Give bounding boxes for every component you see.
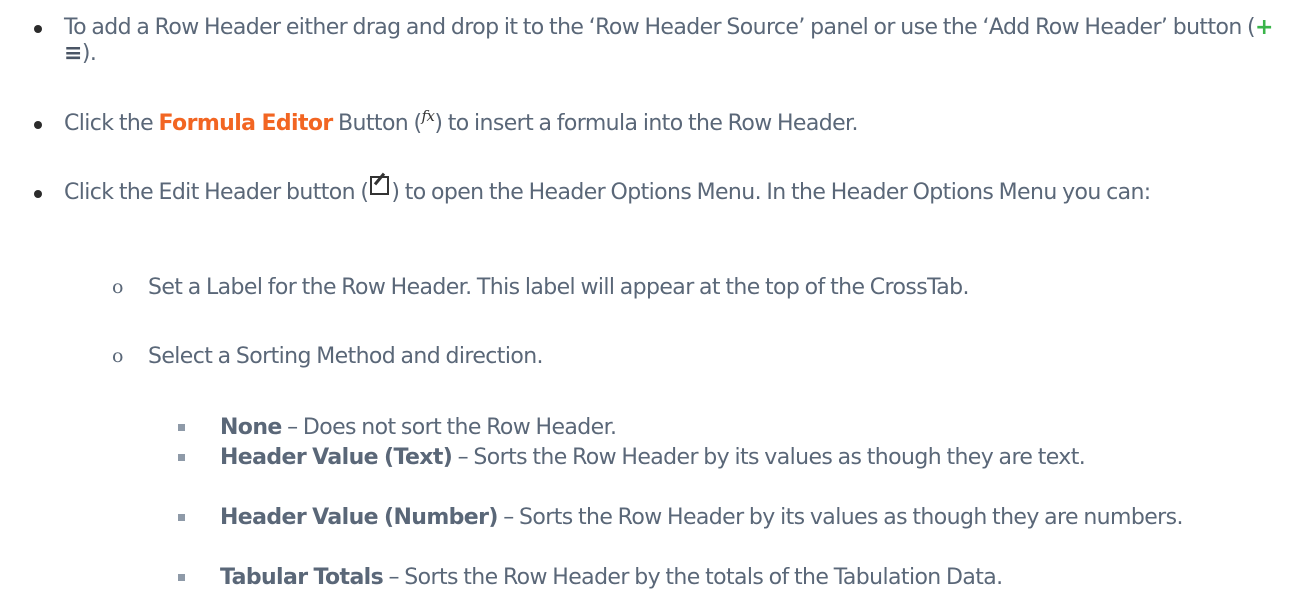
sort-option-text: Header Value (Text) – Sorts the Row Head…: [220, 446, 1292, 470]
text-segment: Click the Edit Header button (: [64, 180, 369, 205]
sort-option-desc: – Does not sort the Row Header.: [281, 415, 617, 440]
sort-option-text: Header Value (Number) – Sorts the Row He…: [220, 506, 1292, 530]
formula-editor-highlight: Formula Editor: [158, 111, 334, 136]
formula-icon: fx: [421, 107, 435, 125]
sub-item-text: Set a Label for the Row Header. This lab…: [148, 275, 970, 300]
sort-option-desc: – Sorts the Row Header by its values as …: [497, 505, 1183, 530]
square-bullet: [178, 424, 185, 431]
sub-item-text: Select a Sorting Method and direction.: [148, 344, 544, 369]
bullet-text: Click the Edit Header button ( ) to open …: [64, 176, 1296, 206]
text-segment: Button (: [332, 111, 422, 136]
text-segment: ).: [81, 41, 97, 66]
square-bullet: [178, 574, 185, 581]
circle-bullet: o: [112, 276, 123, 298]
bullet-dot: [34, 190, 42, 198]
sort-option-term: None: [220, 415, 282, 440]
bullet-text: Click the Formula Editor Button (fx) to …: [64, 107, 1296, 138]
sort-option-text: None – Does not sort the Row Header.: [220, 416, 1292, 440]
square-bullet: [178, 454, 185, 461]
sort-option-desc: – Sorts the Row Header by its values as …: [452, 445, 1086, 470]
bullet-dot: [34, 121, 42, 129]
text-segment: ) to insert a formula into the Row Heade…: [434, 111, 858, 136]
sort-option-term: Header Value (Number): [220, 505, 498, 530]
text-segment: To add a Row Header either drag and drop…: [64, 15, 1256, 40]
square-bullet: [178, 514, 185, 521]
sort-option-text: Tabular Totals – Sorts the Row Header by…: [220, 566, 1292, 590]
bullet-text: To add a Row Header either drag and drop…: [64, 15, 1296, 67]
sort-option-desc: – Sorts the Row Header by the totals of …: [383, 565, 1004, 590]
sort-option-term: Tabular Totals: [220, 565, 384, 590]
bullet-dot: [34, 25, 42, 33]
edit-icon: [370, 176, 390, 195]
sort-option-term: Header Value (Text): [220, 445, 453, 470]
text-segment: ) to open the Header Options Menu. In th…: [391, 180, 1151, 205]
add-icon: +: [1255, 15, 1273, 40]
list-icon: ≡: [64, 41, 82, 66]
circle-bullet: o: [112, 345, 123, 367]
text-segment: Click the: [64, 111, 159, 136]
document-page: To add a Row Header either drag and drop…: [0, 0, 1304, 609]
